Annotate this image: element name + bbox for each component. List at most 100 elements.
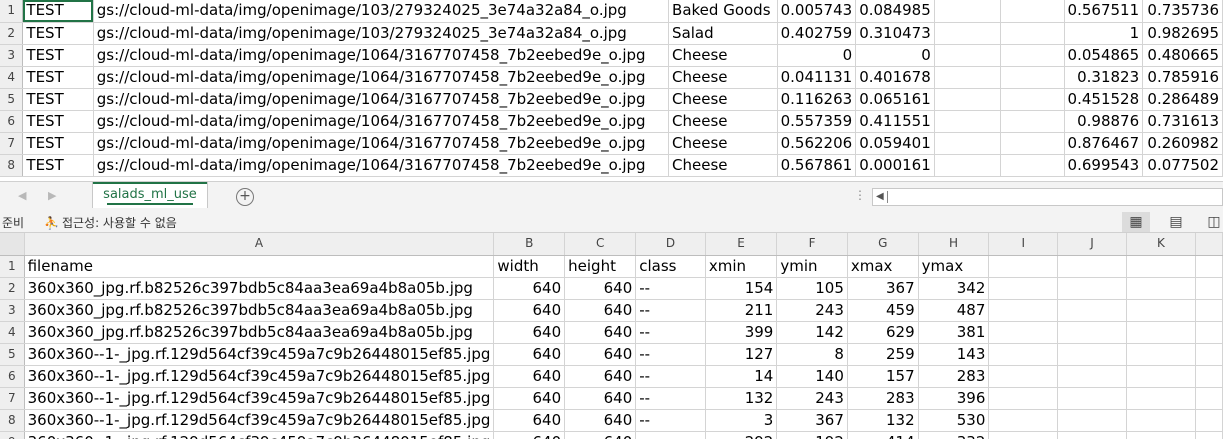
accessibility-status[interactable]: ⛹ 접근성: 사용할 수 없음 <box>44 214 177 231</box>
row-header[interactable]: 3 <box>0 44 24 67</box>
row-header[interactable]: 3 <box>0 299 25 322</box>
view-normal-grid-icon[interactable]: ▦ <box>1122 212 1150 232</box>
cell[interactable] <box>934 132 1001 155</box>
cell[interactable]: 367 <box>776 409 848 432</box>
cell[interactable] <box>1000 154 1065 177</box>
cell[interactable]: 1 <box>1064 22 1144 45</box>
cell[interactable]: width <box>493 255 566 278</box>
cell[interactable]: 332 <box>918 431 990 439</box>
cell[interactable]: -- <box>635 431 706 439</box>
cell[interactable] <box>1000 132 1065 155</box>
cell[interactable]: gs://cloud-ml-data/img/openimage/1064/31… <box>93 88 670 111</box>
cell[interactable] <box>988 431 1059 439</box>
cell[interactable]: TEST <box>22 132 94 155</box>
cell[interactable]: 14 <box>705 365 778 388</box>
cell[interactable] <box>934 0 1001 23</box>
cell[interactable]: 0.731613 <box>1142 110 1223 133</box>
cell[interactable] <box>934 154 1001 177</box>
cell[interactable]: 360x360--1-_jpg.rf.129d564cf39c459a7c9b2… <box>24 387 495 410</box>
column-header[interactable]: H <box>918 233 990 256</box>
cell[interactable] <box>988 255 1059 278</box>
cell[interactable] <box>1126 343 1196 366</box>
cell[interactable]: 640 <box>493 387 566 410</box>
cell[interactable]: Baked Goods <box>668 0 778 23</box>
cell[interactable]: 0.876467 <box>1064 132 1144 155</box>
cell[interactable]: 0.785916 <box>1142 66 1223 89</box>
cell[interactable] <box>1000 110 1065 133</box>
cell[interactable]: 360x360--1-_jpg.rf.129d564cf39c459a7c9b2… <box>24 365 495 388</box>
column-header[interactable]: C <box>564 233 637 256</box>
cell[interactable]: Cheese <box>668 110 778 133</box>
cell[interactable]: 0.98876 <box>1064 110 1144 133</box>
cell[interactable]: 360x360--1-_jpg.rf.129d564cf39c459a7c9b2… <box>24 431 495 439</box>
add-sheet-button[interactable]: + <box>236 188 254 206</box>
cell[interactable]: 0 <box>855 44 935 67</box>
cell[interactable] <box>934 88 1001 111</box>
cell[interactable] <box>1126 387 1196 410</box>
cell[interactable]: TEST <box>22 22 94 45</box>
cell[interactable]: 367 <box>847 277 919 300</box>
cell[interactable] <box>988 409 1059 432</box>
cell[interactable] <box>988 343 1059 366</box>
cell[interactable]: 0.286489 <box>1142 88 1223 111</box>
cell[interactable]: ymax <box>918 255 990 278</box>
select-all-corner[interactable] <box>0 233 25 256</box>
cell[interactable]: 381 <box>918 321 990 344</box>
cell[interactable]: 259 <box>847 343 919 366</box>
tab-scroll-right-icon[interactable]: ▶ <box>48 189 56 202</box>
cell[interactable] <box>1000 88 1065 111</box>
cell[interactable]: 192 <box>776 431 848 439</box>
cell[interactable]: 640 <box>564 409 637 432</box>
cell[interactable] <box>1126 409 1196 432</box>
cell[interactable]: 360x360--1-_jpg.rf.129d564cf39c459a7c9b2… <box>24 343 495 366</box>
cell[interactable] <box>1057 299 1127 322</box>
cell[interactable]: 0.059401 <box>855 132 935 155</box>
cell[interactable]: 0.31823 <box>1064 66 1144 89</box>
cell[interactable]: 342 <box>918 277 990 300</box>
cell[interactable]: 399 <box>705 321 778 344</box>
row-header[interactable]: 1 <box>0 255 25 278</box>
cell[interactable] <box>934 66 1001 89</box>
cell[interactable]: 0.567861 <box>777 154 857 177</box>
column-header[interactable]: E <box>705 233 778 256</box>
cell[interactable] <box>1195 321 1223 344</box>
cell[interactable]: 640 <box>564 299 637 322</box>
cell[interactable]: 414 <box>847 431 919 439</box>
cell[interactable]: 211 <box>705 299 778 322</box>
cell[interactable]: 243 <box>776 299 848 322</box>
cell[interactable] <box>988 387 1059 410</box>
cell[interactable]: -- <box>635 321 706 344</box>
cell[interactable] <box>1195 255 1223 278</box>
row-header[interactable]: 4 <box>0 321 25 344</box>
cell[interactable] <box>1126 255 1196 278</box>
cell[interactable]: 640 <box>564 387 637 410</box>
cell[interactable]: gs://cloud-ml-data/img/openimage/1064/31… <box>93 132 670 155</box>
cell[interactable]: gs://cloud-ml-data/img/openimage/103/279… <box>93 22 670 45</box>
cell[interactable] <box>1126 277 1196 300</box>
cell[interactable]: gs://cloud-ml-data/img/openimage/1064/31… <box>93 154 670 177</box>
cell[interactable]: 640 <box>493 299 566 322</box>
cell[interactable]: 360x360--1-_jpg.rf.129d564cf39c459a7c9b2… <box>24 409 495 432</box>
cell[interactable] <box>1195 409 1223 432</box>
cell[interactable]: 154 <box>705 277 778 300</box>
cell[interactable]: 283 <box>847 387 919 410</box>
cell[interactable]: 0.402759 <box>777 22 857 45</box>
cell[interactable]: 0.401678 <box>855 66 935 89</box>
cell[interactable]: 640 <box>493 431 566 439</box>
cell[interactable]: 0.310473 <box>855 22 935 45</box>
column-header[interactable]: B <box>493 233 566 256</box>
column-header[interactable]: A <box>24 233 495 256</box>
cell[interactable]: 640 <box>493 409 566 432</box>
cell[interactable] <box>1057 277 1127 300</box>
view-page-break-icon[interactable]: ◫ <box>1200 212 1223 232</box>
column-header[interactable]: J <box>1057 233 1127 256</box>
cell[interactable] <box>1126 299 1196 322</box>
cell[interactable]: -- <box>635 365 706 388</box>
cell[interactable] <box>1195 343 1223 366</box>
cell[interactable]: 0.077502 <box>1142 154 1223 177</box>
cell[interactable]: xmin <box>705 255 778 278</box>
cell[interactable]: -- <box>635 409 706 432</box>
scroll-left-arrow-icon[interactable]: ◀ <box>876 189 884 205</box>
cell[interactable] <box>1195 387 1223 410</box>
cell[interactable]: 629 <box>847 321 919 344</box>
